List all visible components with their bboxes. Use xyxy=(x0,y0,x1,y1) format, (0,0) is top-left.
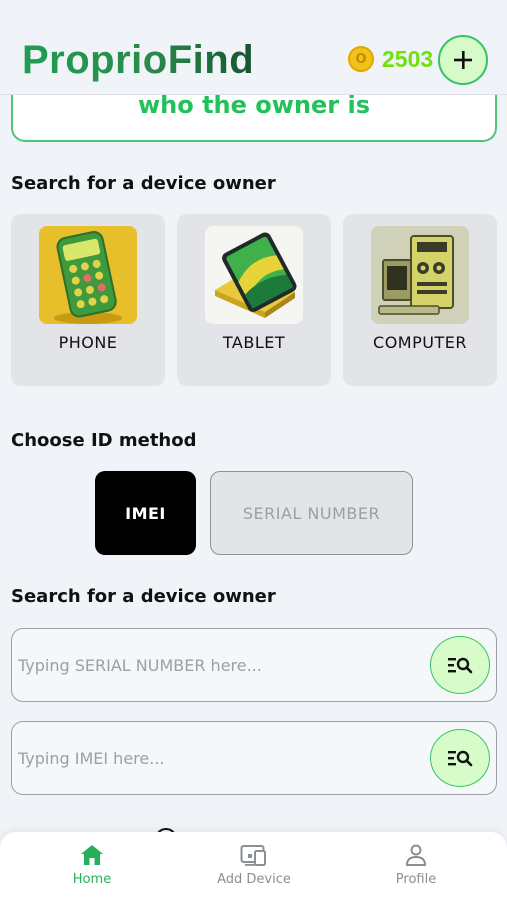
device-card-computer[interactable]: COMPUTER xyxy=(343,214,497,386)
app-header: ProprioFind O 2503 xyxy=(0,0,507,95)
nav-item-home[interactable]: Home xyxy=(32,844,152,887)
imei-search-box xyxy=(11,721,497,795)
phone-image xyxy=(39,226,137,324)
plus-icon xyxy=(454,51,472,69)
device-label-phone: PHONE xyxy=(58,333,118,352)
app-logo: ProprioFind xyxy=(22,38,255,82)
id-option-serial-number[interactable]: SERIAL NUMBER xyxy=(210,471,413,555)
device-section-title: Search for a device owner xyxy=(11,173,276,194)
imei-input[interactable] xyxy=(18,740,418,776)
search-list-icon xyxy=(448,657,473,674)
serial-number-input[interactable] xyxy=(18,647,418,683)
device-label-tablet: TABLET xyxy=(222,333,286,352)
person-icon xyxy=(405,844,427,866)
serial-search-button[interactable] xyxy=(430,636,490,694)
device-card-phone[interactable]: PHONE xyxy=(11,214,165,386)
tablet-image xyxy=(205,226,303,324)
bottom-navigation: Home Add Device Profile xyxy=(0,832,507,900)
coin-balance: 2503 xyxy=(382,46,434,72)
imei-search-button[interactable] xyxy=(430,729,490,787)
nav-label-profile: Profile xyxy=(395,872,437,887)
nav-label-add-device: Add Device xyxy=(217,872,291,887)
search-section-title: Search for a device owner xyxy=(11,586,276,607)
serial-search-box xyxy=(11,628,497,702)
nav-label-home: Home xyxy=(72,872,112,887)
add-button[interactable] xyxy=(438,35,488,85)
nav-item-profile[interactable]: Profile xyxy=(356,844,476,887)
id-option-imei[interactable]: IMEI xyxy=(95,471,196,555)
device-card-tablet[interactable]: TABLET xyxy=(177,214,331,386)
home-icon xyxy=(81,845,103,865)
nav-item-add-device[interactable]: Add Device xyxy=(194,844,314,887)
coin-icon: O xyxy=(348,46,374,72)
computer-image xyxy=(371,226,469,324)
banner-text: who the owner is xyxy=(137,91,371,119)
devices-icon xyxy=(240,845,266,866)
device-label-computer: COMPUTER xyxy=(373,333,467,352)
id-section-title: Choose ID method xyxy=(11,430,197,451)
search-list-icon xyxy=(448,750,473,767)
